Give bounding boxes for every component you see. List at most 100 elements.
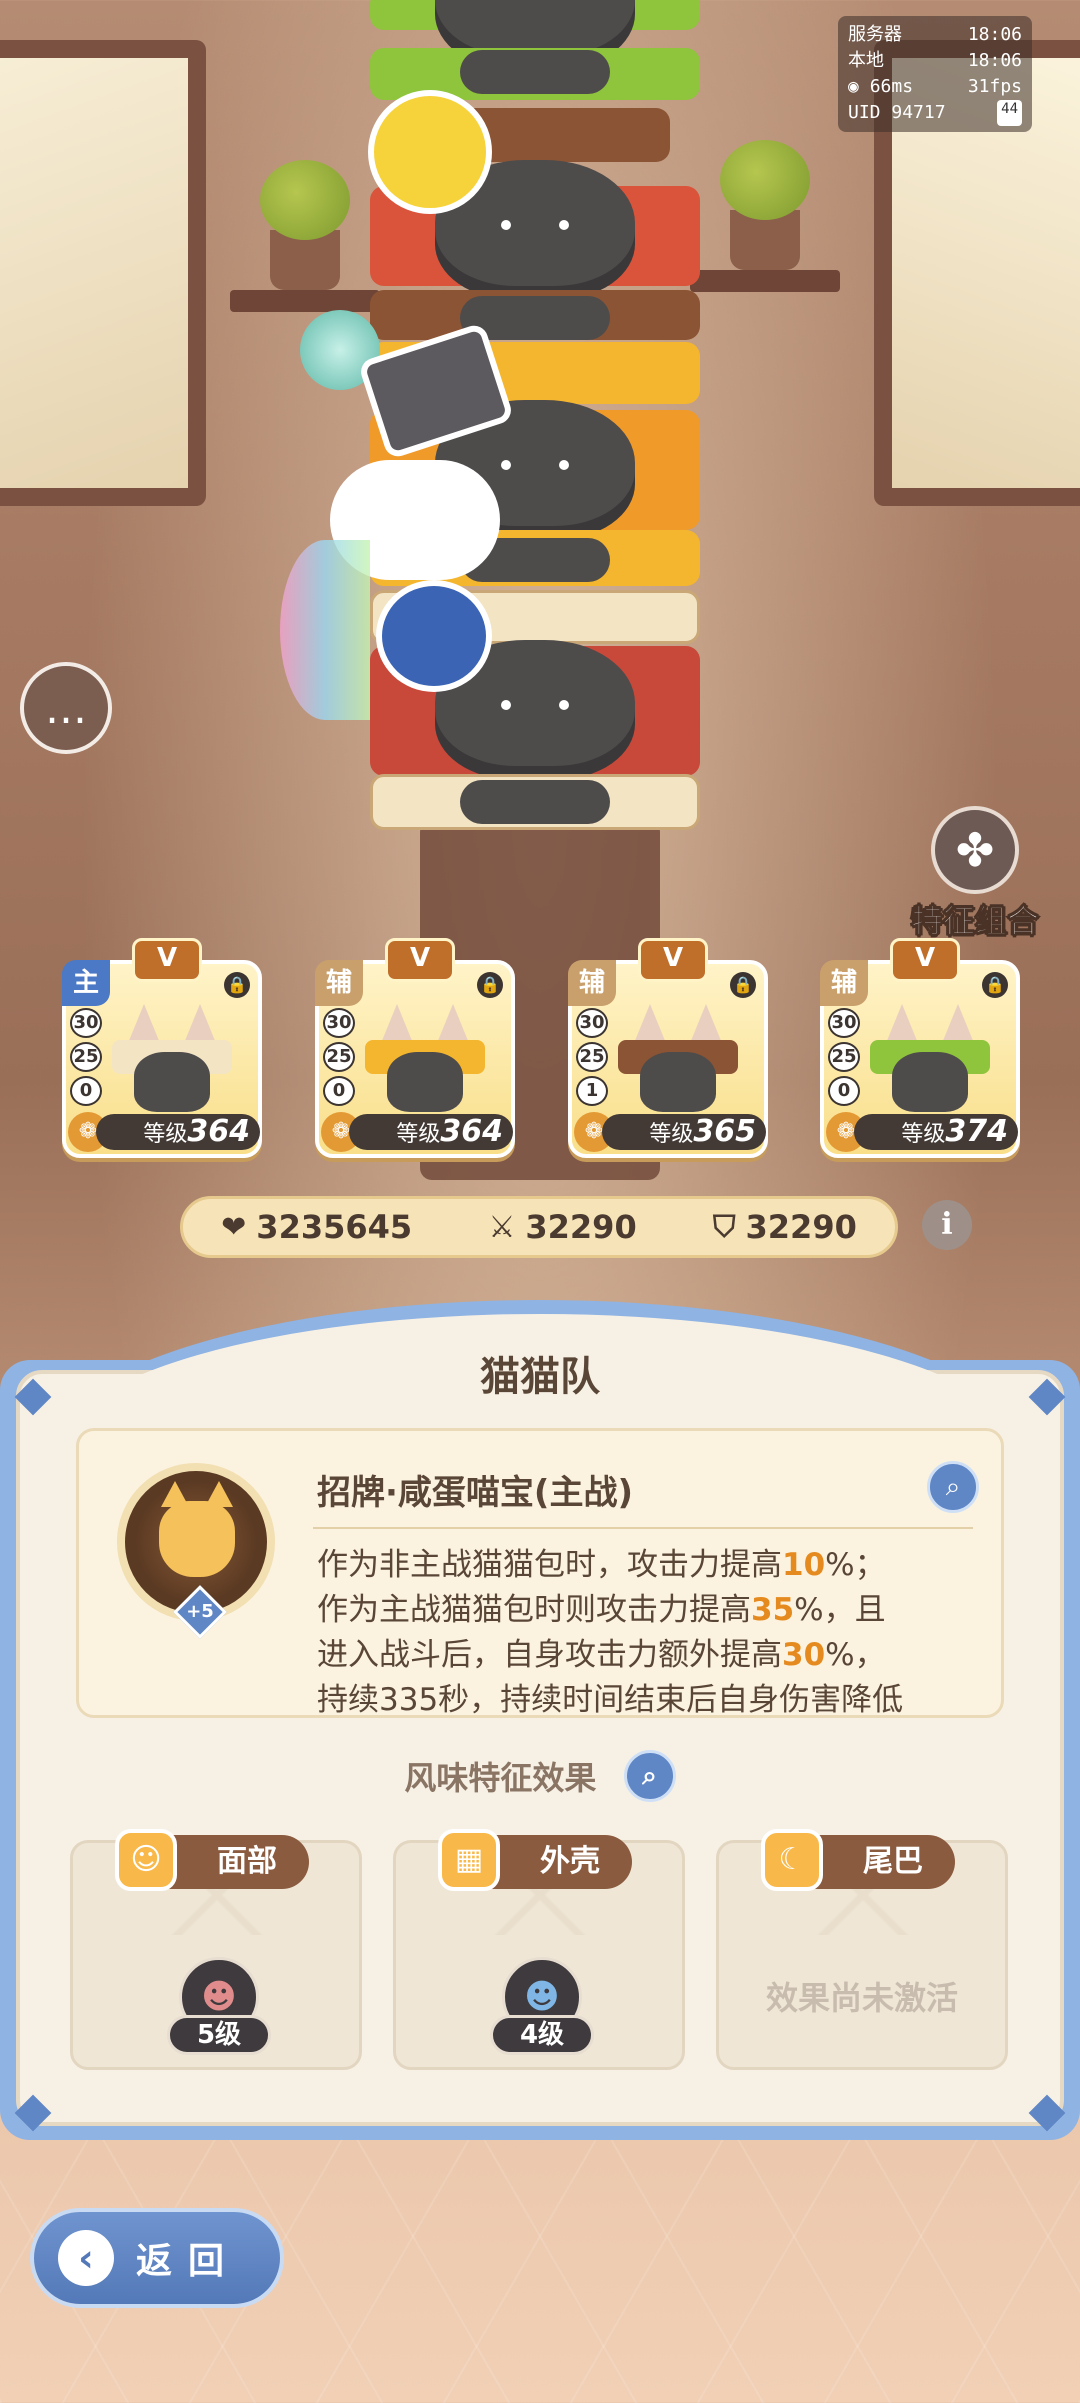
stat-value: 25 [323, 1042, 355, 1072]
skill-desc-line: 作为非主战猫猫包时，攻击力提高10%； [317, 1547, 886, 1583]
role-tag-main: 主 [62, 960, 110, 1006]
tower-cat-paws [460, 780, 610, 824]
card-stats: 30 25 0 [323, 1008, 355, 1110]
level-badge: 等级374 [854, 1114, 1018, 1150]
scene-shelf-right [690, 270, 840, 292]
back-arrow-icon: ‹ [58, 2230, 114, 2286]
team-totals-bar: ❤ 3235645 ⚔ 32290 ⛉ 32290 [180, 1196, 898, 1258]
stat-value: 30 [323, 1008, 355, 1038]
local-time: 18:06 [967, 50, 1022, 71]
flavor-trait-title: 风味特征效果 ⌕ [0, 1750, 1080, 1802]
battery-icon: 44 [997, 100, 1022, 126]
fps-value: 31fps [967, 76, 1022, 97]
rank-badge: V [132, 938, 202, 982]
server-label: 服务器 [848, 24, 902, 45]
flower-sticker-icon [368, 90, 492, 214]
trait-combo-label: 特征组合 [910, 902, 1039, 941]
card-stats: 30 25 1 [576, 1008, 608, 1110]
crossed-swords-icon: ⚔ [488, 1209, 516, 1245]
trait-face[interactable]: ☺ 面部 ☻ 5级 [70, 1829, 362, 2070]
lock-icon[interactable]: 🔒 [477, 972, 503, 998]
scene-plant-right [720, 140, 810, 270]
stat-value: 25 [70, 1042, 102, 1072]
magnifier-icon: ⌕ [642, 1761, 657, 1791]
rank-badge: V [890, 938, 960, 982]
signature-skill-box: +5 招牌·咸蛋喵宝(主战) ⌕ 作为非主战猫猫包时，攻击力提高10%； 作为主… [76, 1428, 1004, 1718]
uid-value: 94717 [891, 102, 946, 123]
skill-desc-line: 进入战斗后，自身攻击力额外提高30%， [317, 1637, 886, 1673]
skill-name: 招牌·咸蛋喵宝(主战) [317, 1473, 633, 1513]
skill-description: 作为非主战猫猫包时，攻击力提高10%； 作为主战猫猫包时则攻击力提高35%，且 … [317, 1543, 967, 1715]
network-status-overlay: 服务器 18:06 本地 18:06 ◉ 66ms 31fps UID 94717 44 [838, 16, 1032, 132]
team-card-4[interactable]: V 辅 🔒 30 25 0 ❁ 等级374 [820, 938, 1020, 1158]
trait-level: 5级 [167, 2015, 271, 2055]
local-label: 本地 [848, 50, 884, 71]
chat-bubble-icon: … [45, 683, 87, 733]
trait-name: 外壳 [540, 1844, 600, 1879]
level-badge: 等级364 [349, 1114, 513, 1150]
team-card-2[interactable]: V 辅 🔒 30 25 0 ❁ 等级364 [315, 938, 515, 1158]
signature-skill-icon: +5 [117, 1463, 275, 1639]
trait-combo-button[interactable]: ✤ 特征组合 [900, 806, 1050, 942]
card-stats: 30 25 0 [70, 1008, 102, 1110]
heart-icon: ❤ [221, 1209, 247, 1245]
team-card-1[interactable]: V 主 🔒 30 25 0 ❁ 等级364 [62, 938, 262, 1158]
stat-value: 30 [70, 1008, 102, 1038]
tower-cat-paws [460, 50, 610, 94]
trait-inactive-text: 效果尚未激活 [765, 1979, 958, 2017]
skill-bonus-badge: +5 [186, 1601, 214, 1622]
flavor-zoom-button[interactable]: ⌕ [623, 1750, 676, 1802]
trait-name: 尾巴 [863, 1844, 923, 1879]
trait-name: 面部 [217, 1844, 277, 1879]
rank-badge: V [385, 938, 455, 982]
back-button[interactable]: ‹ 返回 [30, 2208, 284, 2308]
rank-badge: V [638, 938, 708, 982]
total-attack: 32290 [525, 1208, 637, 1246]
team-card-3[interactable]: V 辅 🔒 30 25 1 ❁ 等级365 [568, 938, 768, 1158]
wifi-icon: ◉ [848, 76, 859, 97]
skill-desc-line: 作为主战猫猫包时则攻击力提高35%，且 [317, 1592, 886, 1628]
stat-value: 30 [828, 1008, 860, 1038]
magnifier-icon: ⌕ [945, 1472, 961, 1502]
total-hp: 3235645 [256, 1208, 413, 1246]
flavor-trait-label: 风味特征效果 [404, 1759, 597, 1797]
trait-level: 4级 [490, 2015, 594, 2055]
stat-value: 0 [70, 1076, 102, 1106]
level-badge: 等级365 [602, 1114, 766, 1150]
cat-face-icon: ☺ [115, 1829, 177, 1891]
panel-title: 猫猫队 [480, 1354, 600, 1400]
server-time: 18:06 [967, 24, 1022, 45]
info-button[interactable]: i [922, 1200, 972, 1250]
stat-value: 30 [576, 1008, 608, 1038]
skill-zoom-button[interactable]: ⌕ [927, 1461, 979, 1513]
lock-icon[interactable]: 🔒 [224, 972, 250, 998]
cat-bread-portrait [365, 1004, 485, 1112]
stat-value: 25 [828, 1042, 860, 1072]
total-defense: 32290 [745, 1208, 857, 1246]
scene-window-left [0, 40, 206, 506]
uid-label: UID [848, 102, 881, 123]
stat-value: 0 [828, 1076, 860, 1106]
stat-value: 25 [576, 1042, 608, 1072]
shell-icon: ▦ [438, 1829, 500, 1891]
trait-tail[interactable]: ☾ 尾巴 效果尚未激活 [716, 1829, 1008, 2070]
stat-value: 0 [323, 1076, 355, 1106]
tail-icon: ☾ [761, 1829, 823, 1891]
scene-plant-left [260, 160, 350, 290]
trait-shell[interactable]: ▦ 外壳 ☻ 4级 [393, 1829, 685, 2070]
rainbow-sticker-icon [280, 540, 370, 720]
shield-icon: ⛉ [713, 1209, 736, 1245]
skill-divider [313, 1527, 973, 1529]
lock-icon[interactable]: 🔒 [730, 972, 756, 998]
cat-bread-portrait [870, 1004, 990, 1112]
chat-button[interactable]: … [20, 662, 112, 754]
ping-value: 66ms [869, 76, 914, 97]
cat-bread-portrait [112, 1004, 232, 1112]
team-panel: 猫猫队 +5 招牌·咸蛋喵宝(主战) ⌕ 作为非主战猫猫包时，攻击力提高10%；… [0, 1300, 1080, 2140]
role-tag-assist: 辅 [568, 960, 616, 1006]
lock-icon[interactable]: 🔒 [982, 972, 1008, 998]
role-tag-assist: 辅 [315, 960, 363, 1006]
moon-sticker-icon [376, 580, 492, 692]
card-stats: 30 25 0 [828, 1008, 860, 1110]
role-tag-assist: 辅 [820, 960, 868, 1006]
